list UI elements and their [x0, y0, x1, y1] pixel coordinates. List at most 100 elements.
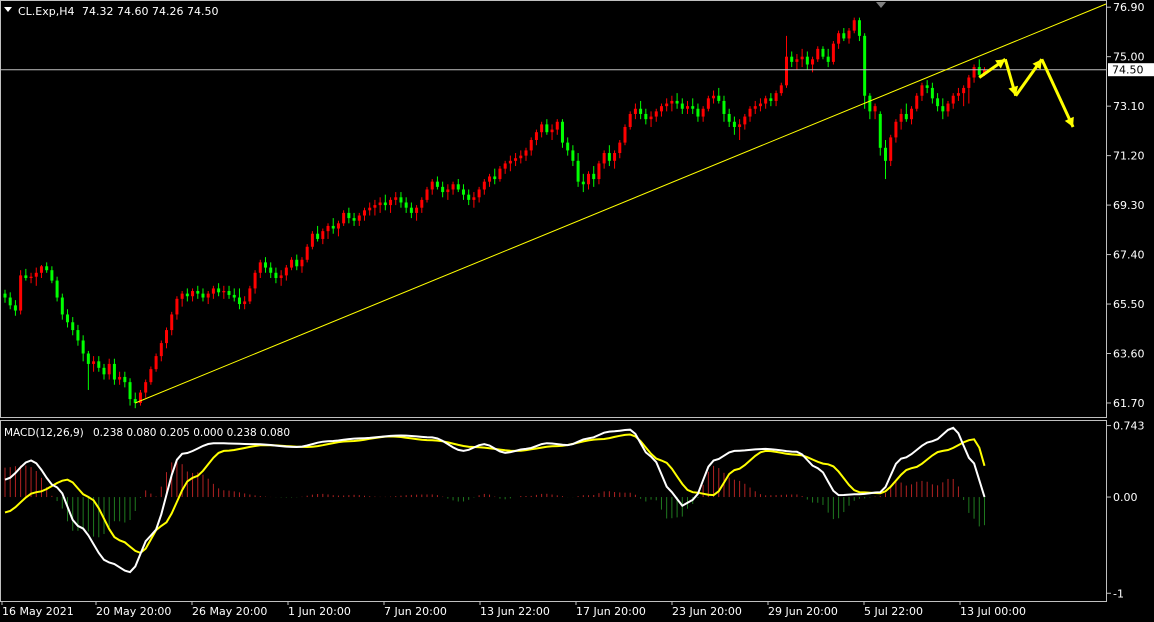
candle-body	[415, 207, 419, 213]
candle-body	[524, 150, 528, 156]
candle-body	[180, 293, 184, 299]
candle-body	[717, 95, 721, 101]
candle	[248, 285, 252, 305]
candle-body	[534, 132, 538, 140]
candle-body	[191, 291, 195, 297]
candle-body	[607, 153, 611, 161]
candle-body	[300, 259, 304, 267]
candle-body	[378, 202, 382, 206]
candle-body	[649, 116, 653, 120]
candle-body	[686, 106, 690, 109]
candle-body	[404, 202, 408, 208]
candle-body	[618, 142, 622, 154]
candle-body	[868, 95, 872, 112]
candle-body	[555, 121, 559, 130]
price-tick-label: 75.00	[1113, 51, 1145, 64]
candle-body	[217, 288, 221, 293]
macd-tick-label: 0.743	[1113, 420, 1145, 433]
candle-body	[34, 272, 38, 277]
candle-body	[107, 363, 111, 375]
candle-body	[112, 363, 116, 380]
candle-body	[956, 93, 960, 96]
candle-body	[493, 176, 497, 180]
candle-body	[92, 361, 96, 364]
candle-body	[774, 93, 778, 101]
candle-body	[19, 275, 23, 311]
time-tick-label: 26 May 20:00	[192, 605, 267, 618]
candle-body	[738, 124, 742, 127]
candle-body	[76, 330, 80, 341]
candle	[628, 111, 632, 130]
candle-body	[237, 297, 241, 305]
candle-body	[566, 142, 570, 151]
candle-body	[425, 189, 429, 200]
candle-body	[66, 314, 70, 323]
candle-body	[967, 77, 971, 88]
candle-body	[639, 108, 643, 114]
time-tick-label: 16 May 2021	[2, 605, 74, 618]
candle-body	[758, 103, 762, 107]
candle-body	[159, 343, 163, 357]
candle-body	[279, 275, 283, 278]
candle-body	[336, 223, 340, 229]
candle-body	[430, 181, 434, 190]
candle	[149, 366, 153, 385]
candle-body	[503, 163, 507, 169]
candle-body	[560, 121, 564, 143]
candle-body	[540, 124, 544, 133]
candle-body	[545, 124, 549, 133]
candle-body	[243, 301, 247, 305]
candle-body	[389, 199, 393, 206]
candle-body	[264, 262, 267, 268]
price-tick-label: 69.30	[1113, 199, 1145, 212]
candle-body	[211, 288, 215, 294]
candle-body	[86, 353, 90, 364]
candle-body	[883, 147, 887, 161]
candle-body	[790, 56, 794, 62]
candle-body	[295, 259, 299, 267]
candle-body	[128, 382, 132, 400]
candle-body	[529, 140, 533, 151]
candle-body	[24, 275, 28, 278]
candle-body	[316, 233, 320, 239]
candle-body	[706, 98, 710, 109]
candle-body	[701, 108, 705, 117]
candle-body	[467, 194, 471, 200]
trading-chart[interactable]: CL.Exp,H4 74.32 74.60 74.26 74.50 76.907…	[0, 0, 1154, 622]
time-tick-label: 13 Jun 22:00	[480, 605, 550, 618]
candle-body	[519, 155, 523, 159]
ohlc-values: 74.32 74.60 74.26 74.50	[82, 5, 218, 18]
candle-body	[97, 361, 101, 368]
candle-body	[394, 197, 398, 200]
candle-body	[748, 108, 752, 117]
candle-body	[764, 98, 768, 104]
time-tick-label: 5 Jul 22:00	[864, 605, 923, 618]
candle-body	[290, 259, 294, 268]
candle-body	[451, 184, 455, 190]
candle-body	[321, 231, 325, 239]
candle-body	[550, 129, 554, 133]
candle-body	[753, 106, 757, 109]
candle-body	[347, 212, 351, 219]
candle-body	[899, 113, 903, 122]
candle-body	[508, 160, 512, 164]
candle	[154, 353, 158, 372]
candle-body	[461, 189, 465, 195]
candle-body	[477, 189, 481, 198]
candle-body	[258, 262, 262, 273]
candle-body	[910, 108, 914, 120]
candle-body	[149, 369, 153, 383]
candle-body	[420, 199, 424, 208]
candle-body	[123, 376, 127, 383]
candle-body	[362, 210, 366, 216]
candle-body	[972, 67, 976, 78]
candle-body	[587, 173, 591, 185]
symbol-timeframe: CL.Exp,H4	[18, 5, 75, 18]
candle-body	[831, 43, 835, 62]
candle-body	[472, 197, 476, 200]
candle-body	[644, 113, 648, 120]
candle-body	[712, 95, 716, 99]
candle-body	[456, 184, 460, 190]
candle-body	[785, 56, 788, 86]
candle-body	[597, 163, 601, 180]
